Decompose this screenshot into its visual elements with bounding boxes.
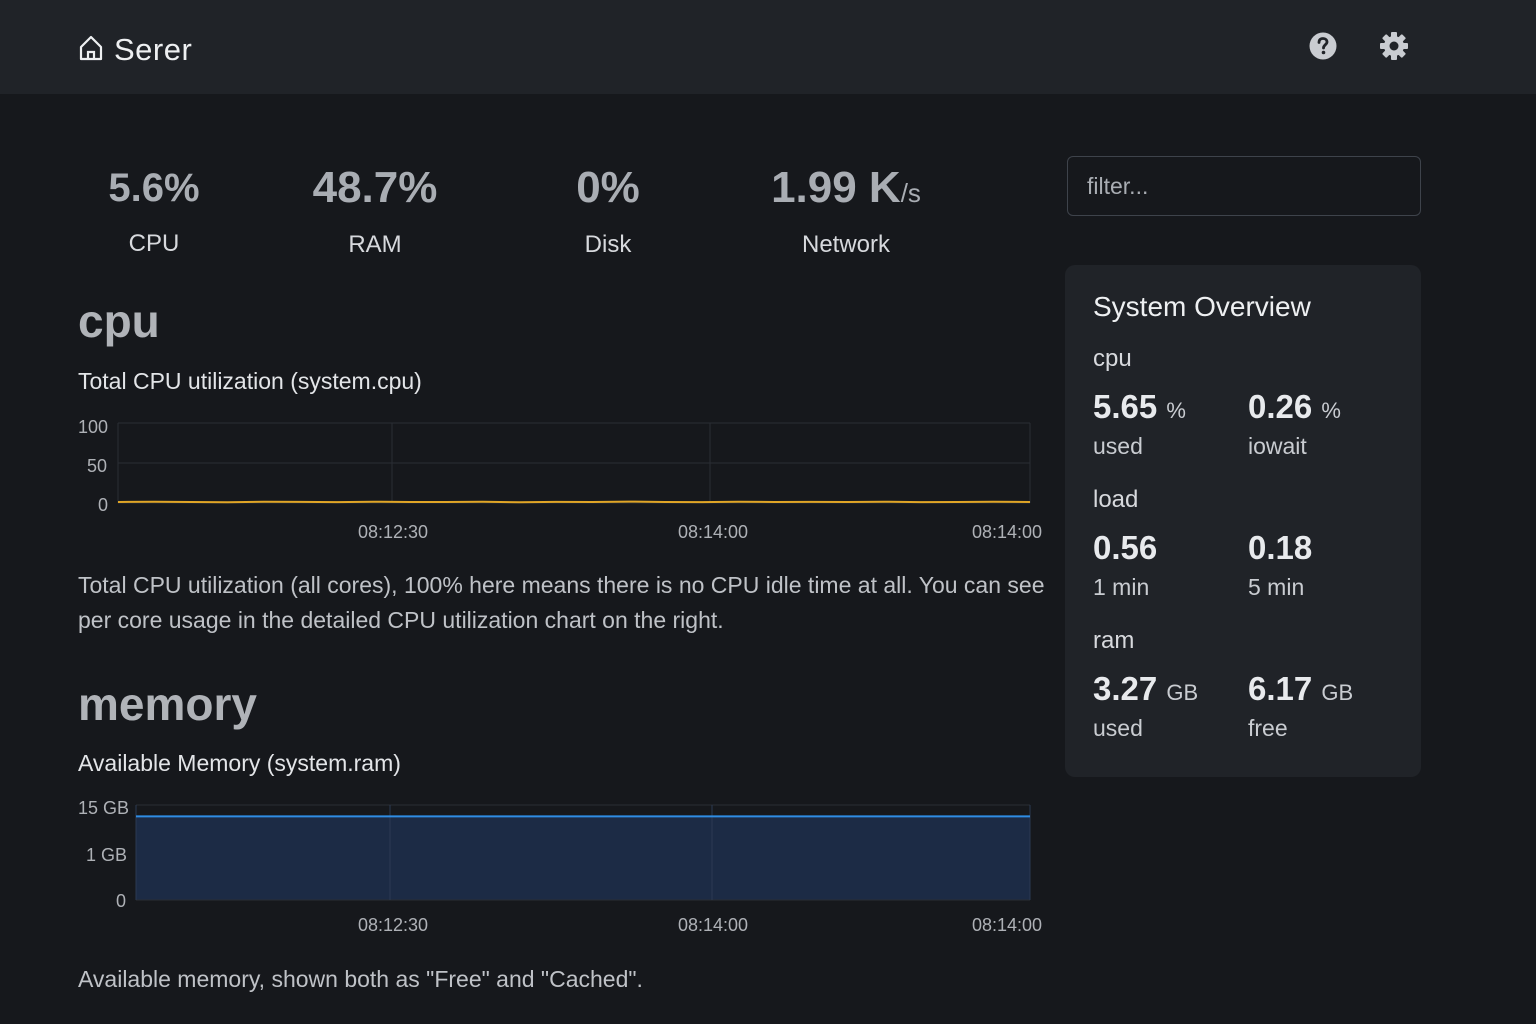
- kpi-ram: 48.7% RAM: [290, 160, 460, 259]
- x-tick: 08:14:00: [972, 915, 1042, 935]
- group-label-load: load: [1093, 486, 1139, 513]
- stat-value: 6.17 GB: [1248, 670, 1354, 707]
- stat-ram-used: 3.27 GB used: [1093, 669, 1198, 742]
- stat-load-1min: 0.56 1 min: [1093, 528, 1157, 601]
- x-tick: 08:12:30: [358, 522, 428, 542]
- kpi-disk: 0% Disk: [548, 160, 668, 259]
- cpu-series-line: [117, 500, 1031, 504]
- x-tick: 08:12:30: [358, 915, 428, 935]
- home-icon: [78, 34, 104, 67]
- filter-input[interactable]: [1067, 156, 1421, 216]
- panel-title: System Overview: [1093, 291, 1311, 322]
- stat-label: free: [1248, 715, 1288, 741]
- kpi-cpu: 5.6% CPU: [88, 160, 220, 258]
- system-overview-panel: System Overview cpu 5.65 % used 0.26 % i…: [1065, 265, 1421, 777]
- stat-label: 1 min: [1093, 574, 1150, 600]
- section-title-cpu: cpu: [78, 295, 160, 347]
- stat-label: iowait: [1248, 433, 1307, 459]
- stat-label: 5 min: [1248, 574, 1305, 600]
- cpu-chart[interactable]: 100 50 0 08:12:30 08:14:00 08:14:00: [70, 412, 1060, 548]
- kpi-label: Network: [801, 231, 891, 258]
- kpi-value: 0%: [576, 163, 640, 212]
- x-tick: 08:14:00: [972, 522, 1042, 542]
- stat-label: used: [1093, 433, 1143, 459]
- cpu-chart-title[interactable]: Total CPU utilization (system.cpu): [78, 368, 422, 395]
- y-tick: 0: [116, 891, 126, 911]
- kpi-value: 1.99 K/s: [771, 163, 921, 212]
- stat-value: 0.18: [1248, 529, 1313, 566]
- stat-value: 0.26 %: [1248, 388, 1341, 425]
- y-tick: 0: [98, 495, 108, 515]
- stat-value: 0.56: [1093, 529, 1158, 566]
- kpi-label: RAM: [348, 231, 402, 258]
- y-tick: 15 GB: [78, 798, 129, 818]
- cpu-chart-description: Total CPU utilization (all cores), 100% …: [78, 572, 1045, 633]
- stat-cpu-iowait: 0.26 % iowait: [1248, 387, 1341, 460]
- brand[interactable]: Serer: [78, 32, 192, 68]
- kpi-label: Disk: [584, 231, 632, 258]
- kpi-value: 5.6%: [108, 166, 200, 210]
- y-tick: 100: [78, 417, 108, 437]
- memory-chart[interactable]: 15 GB 1 GB 0 08:12:30 08:14:00 08:14:00: [70, 795, 1060, 940]
- x-tick: 08:14:00: [678, 915, 748, 935]
- stat-cpu-used: 5.65 % used: [1093, 387, 1186, 460]
- stat-ram-free: 6.17 GB free: [1248, 669, 1353, 742]
- memory-chart-title[interactable]: Available Memory (system.ram): [78, 750, 401, 777]
- stat-value: 5.65 %: [1093, 388, 1186, 425]
- gear-icon[interactable]: [1379, 31, 1409, 61]
- section-title-memory: memory: [78, 678, 257, 730]
- y-tick: 1 GB: [86, 845, 127, 865]
- top-bar: Serer: [0, 0, 1536, 94]
- ram-series-area: [136, 816, 1030, 900]
- x-tick: 08:14:00: [678, 522, 748, 542]
- kpi-value: 48.7%: [312, 163, 438, 212]
- stat-value: 3.27 GB: [1093, 670, 1199, 707]
- memory-chart-description: Available memory, shown both as "Free" a…: [78, 966, 643, 992]
- help-icon[interactable]: [1308, 31, 1338, 61]
- stat-load-5min: 0.18 5 min: [1248, 528, 1312, 601]
- app-name: Serer: [114, 32, 193, 67]
- kpi-label: CPU: [128, 230, 180, 257]
- group-label-cpu: cpu: [1093, 345, 1132, 372]
- kpi-network: 1.99 K/s Network: [756, 160, 936, 259]
- y-tick: 50: [87, 456, 107, 476]
- stat-label: used: [1093, 715, 1143, 741]
- group-label-ram: ram: [1093, 627, 1135, 654]
